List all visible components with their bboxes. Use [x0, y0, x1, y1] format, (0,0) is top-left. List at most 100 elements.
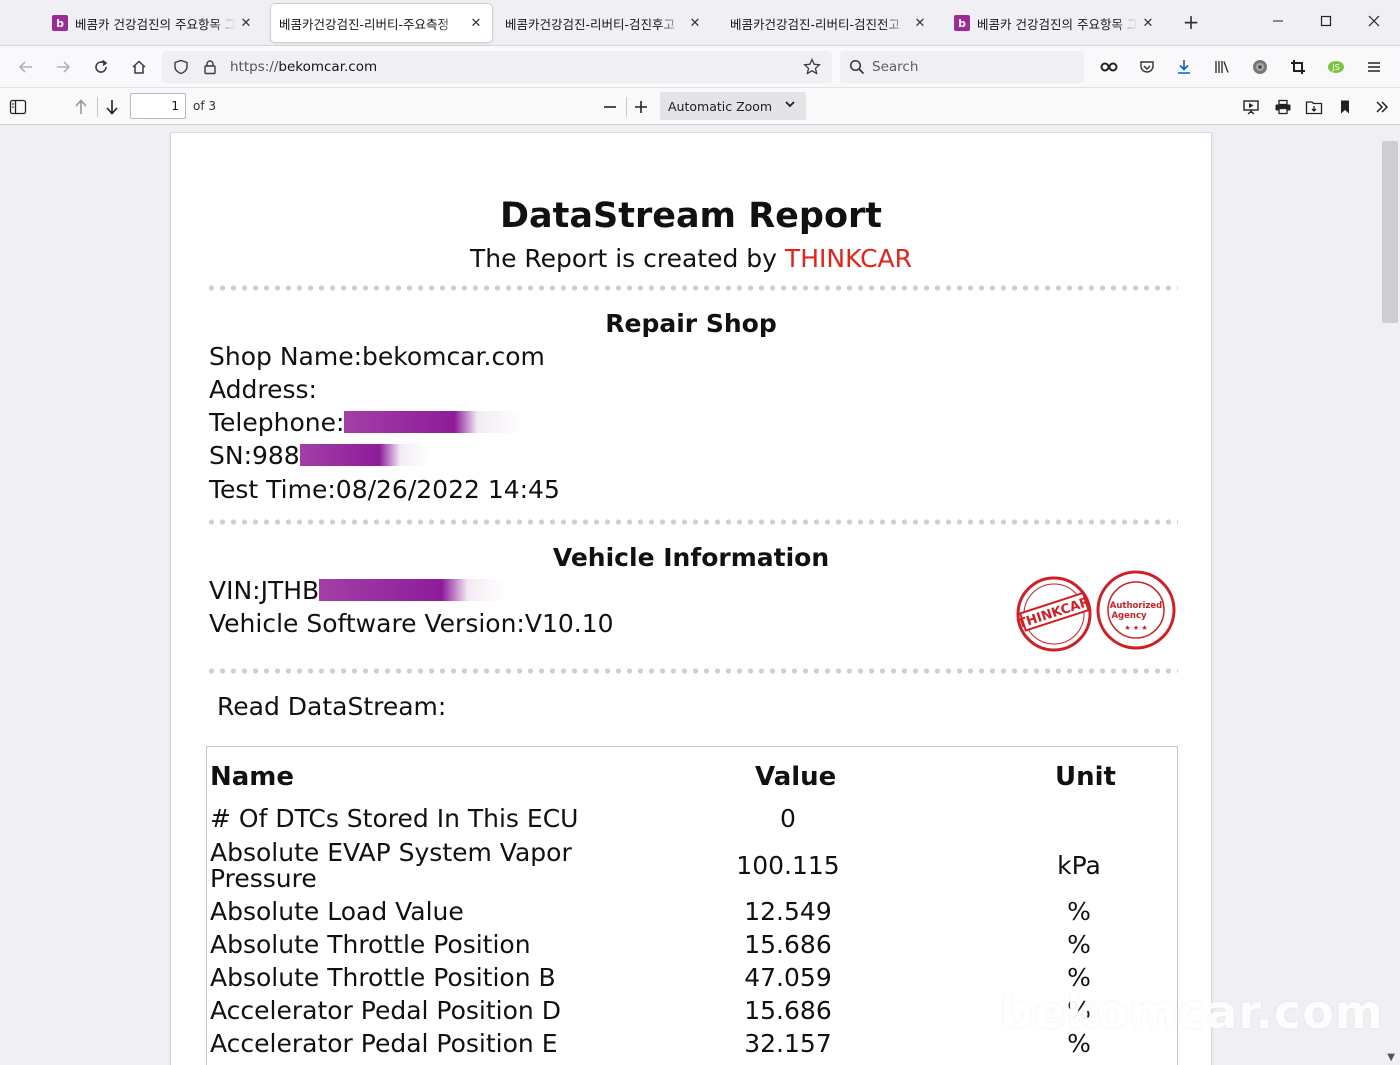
search-placeholder: Search	[872, 59, 919, 75]
serial-number: SN:988	[209, 441, 428, 470]
svg-text:★ ★ ★: ★ ★ ★	[1124, 624, 1147, 632]
thinkcar-stamps: THINKCAR Authorized Agency ★ ★ ★	[1016, 570, 1176, 652]
close-icon[interactable]: ✕	[687, 16, 703, 31]
shield-icon[interactable]	[168, 54, 194, 80]
page-number-input[interactable]: 1	[130, 93, 186, 119]
forward-button[interactable]	[50, 54, 76, 80]
close-icon	[1368, 15, 1380, 27]
reload-icon	[95, 59, 108, 73]
next-page-button[interactable]	[99, 94, 125, 120]
column-header-unit: Unit	[1055, 762, 1116, 792]
read-datastream-label: Read DataStream:	[217, 692, 447, 721]
page-count: of 3	[193, 99, 217, 113]
print-icon[interactable]	[1270, 94, 1296, 120]
minus-icon	[604, 106, 616, 108]
tools-chevron-icon[interactable]	[1369, 94, 1395, 120]
column-header-name: Name	[210, 762, 295, 792]
home-icon	[132, 60, 146, 74]
zoom-select[interactable]: Automatic Zoom	[660, 92, 806, 120]
reload-button[interactable]	[88, 54, 114, 80]
window-close-button[interactable]	[1354, 8, 1394, 38]
pdf-toolbar: 1 of 3 Automatic Zoom	[0, 89, 1400, 125]
report-subtitle: The Report is created by THINKCAR	[171, 244, 1211, 273]
redaction-bar	[299, 444, 428, 466]
script-extension-icon[interactable]: JS	[1323, 54, 1349, 80]
sidebar-toggle-icon[interactable]	[5, 94, 31, 120]
tab-1[interactable]: b 베콤카 건강검진의 주요항목 그 ✕	[46, 4, 260, 42]
lock-icon[interactable]	[197, 54, 223, 80]
arrow-down-icon	[106, 100, 118, 115]
authorized-agency-seal: Authorized Agency ★ ★ ★	[1096, 570, 1176, 650]
bookmark-icon[interactable]	[1332, 94, 1358, 120]
divider	[206, 285, 1178, 291]
tab-label: 베콤카건강검진-리버티-검진후고	[505, 16, 676, 32]
pocket-icon[interactable]	[1134, 54, 1160, 80]
telephone-label: Telephone:	[209, 408, 345, 437]
pdf-viewer[interactable]: DataStream Report The Report is created …	[0, 125, 1400, 1065]
container-icon[interactable]	[1096, 54, 1122, 80]
zoom-out-button[interactable]	[597, 94, 623, 120]
crop-extension-icon[interactable]	[1285, 54, 1311, 80]
table-row-unit: %	[1067, 897, 1091, 926]
tab-4[interactable]: 베콤카건강검진-리버티-검진전고 ✕	[722, 4, 936, 42]
bookmark-star-icon[interactable]	[799, 54, 825, 80]
save-icon[interactable]	[1301, 94, 1327, 120]
table-row-value: 100.115	[736, 851, 840, 880]
sn-label: SN:988	[209, 441, 300, 470]
redaction-bar	[319, 579, 506, 601]
previous-page-button[interactable]	[68, 94, 94, 120]
test-time: Test Time:08/26/2022 14:45	[209, 475, 560, 504]
table-row-unit: %	[1067, 930, 1091, 959]
home-button[interactable]	[126, 54, 152, 80]
table-row-value: 12.549	[744, 897, 832, 926]
vertical-scrollbar[interactable]: ▼	[1380, 125, 1400, 1065]
menu-icon[interactable]	[1361, 54, 1387, 80]
scrollbar-thumb[interactable]	[1382, 141, 1398, 323]
table-row-value: 0	[780, 804, 796, 833]
plus-icon	[635, 101, 647, 113]
minimize-button[interactable]	[1258, 8, 1298, 38]
address: Address:	[209, 375, 317, 404]
scroll-down-arrow-icon[interactable]: ▼	[1387, 1052, 1395, 1063]
close-icon[interactable]: ✕	[468, 16, 484, 31]
tab-label: 베콤카 건강검진의 주요항목 그	[977, 16, 1138, 32]
url-bar[interactable]: https://bekomcar.com	[162, 51, 832, 83]
search-bar[interactable]: Search	[840, 51, 1084, 83]
close-icon[interactable]: ✕	[912, 16, 928, 31]
zoom-value: Automatic Zoom	[668, 99, 773, 114]
maximize-button[interactable]	[1306, 8, 1346, 38]
table-row-value: 15.686	[744, 996, 832, 1025]
brand-name: THINKCAR	[784, 244, 913, 273]
url-text[interactable]: https://bekomcar.com	[230, 59, 377, 75]
extension-globe-icon[interactable]	[1247, 54, 1273, 80]
presentation-mode-icon[interactable]	[1238, 94, 1264, 120]
table-row-value: 32.157	[744, 1029, 832, 1058]
chevron-down-icon	[785, 101, 795, 108]
tab-5[interactable]: b 베콤카 건강검진의 주요항목 그 ✕	[948, 4, 1162, 42]
arrow-right-icon	[57, 61, 71, 73]
tab-label: 베콤카건강검진-리버티-주요측정	[279, 16, 450, 32]
table-row-name-continued: Pressure	[210, 864, 317, 893]
back-button[interactable]	[13, 54, 39, 80]
shop-name: Shop Name:bekomcar.com	[209, 342, 545, 371]
minimize-icon	[1273, 20, 1283, 22]
svg-text:JS: JS	[1331, 63, 1339, 72]
vehicle-information-heading: Vehicle Information	[552, 543, 830, 572]
tab-3[interactable]: 베콤카건강검진-리버티-검진후고 ✕	[497, 4, 711, 42]
stamp-right-line2: Agency	[1111, 611, 1147, 621]
library-icon[interactable]	[1209, 54, 1235, 80]
close-icon[interactable]: ✕	[238, 16, 254, 31]
tab-strip: b 베콤카 건강검진의 주요항목 그 ✕ 베콤카건강검진-리버티-주요측정 ✕ …	[0, 0, 1400, 46]
zoom-in-button[interactable]	[628, 94, 654, 120]
new-tab-button[interactable]: +	[1180, 10, 1202, 36]
report-title: DataStream Report	[499, 196, 882, 236]
tab-2[interactable]: 베콤카건강검진-리버티-주요측정 ✕	[271, 4, 492, 42]
tab-label: 베콤카 건강검진의 주요항목 그	[75, 16, 236, 32]
close-icon[interactable]: ✕	[1140, 16, 1156, 31]
download-icon[interactable]	[1171, 54, 1197, 80]
table-row-name: Absolute Load Value	[210, 897, 464, 926]
redaction-bar	[344, 411, 523, 433]
repair-shop-heading: Repair Shop	[605, 309, 777, 338]
vehicle-software-version: Vehicle Software Version:V10.10	[209, 609, 614, 638]
tab-favicon: b	[52, 15, 68, 31]
